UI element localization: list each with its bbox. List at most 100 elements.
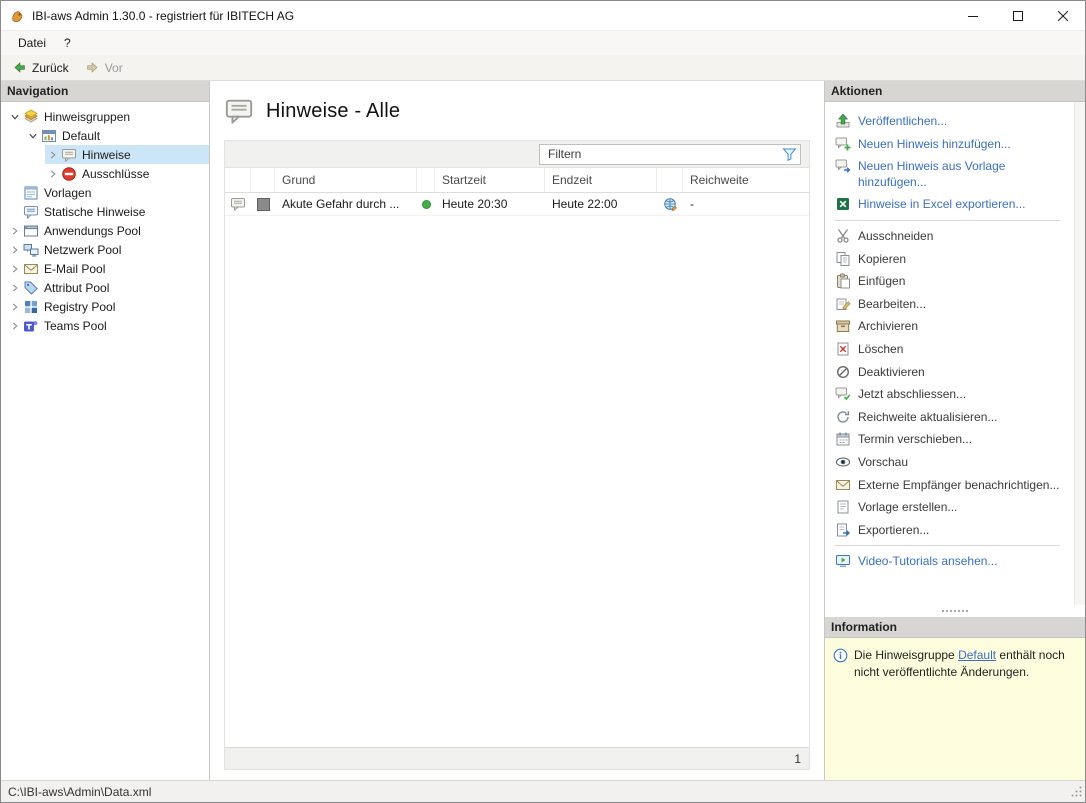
default-group-link[interactable]: Default [958,648,996,662]
delete-icon [835,341,851,357]
splitter-dots [942,610,968,612]
add-from-template-icon [835,158,851,174]
menu-bar: Datei ? [1,31,1085,55]
table-row[interactable]: Akute Gefahr durch ... Heute 20:30 Heute… [225,193,809,216]
content-area: Hinweise - Alle Grund Startzeit Endzeit [210,81,824,780]
row-scope-cell [657,193,683,215]
panel-splitter[interactable] [825,605,1085,617]
action-exportieren[interactable]: Exportieren... [833,519,1072,542]
tree-item-attribut-pool[interactable]: Attribut Pool [1,278,209,297]
tree-item-email-pool[interactable]: E-Mail Pool [1,259,209,278]
column-header-status[interactable] [417,168,435,192]
action-deaktivieren[interactable]: Deaktivieren [833,361,1072,384]
action-hinweis-aus-vorlage[interactable]: Neuen Hinweis aus Vorlage hinzufügen... [833,155,1072,193]
information-header: Information [825,617,1085,638]
chevron-collapsed-icon[interactable] [7,280,23,296]
chevron-collapsed-icon[interactable] [45,147,61,163]
close-icon [1058,11,1068,21]
tree-item-label: Registry Pool [44,300,115,314]
menu-datei[interactable]: Datei [9,33,55,53]
calendar-icon [835,431,851,447]
action-neuen-hinweis-hinzufuegen[interactable]: Neuen Hinweis hinzufügen... [833,133,1072,156]
action-reichweite-aktualisieren[interactable]: Reichweite aktualisieren... [833,406,1072,429]
tree-item-label: Hinweisgruppen [44,110,130,124]
chevron-placeholder [7,204,23,220]
chevron-collapsed-icon[interactable] [7,261,23,277]
chevron-expanded-icon[interactable] [25,128,41,144]
resize-grip-icon[interactable] [1070,785,1083,798]
action-ausschneiden[interactable]: Ausschneiden [833,225,1072,248]
action-label: Hinweise in Excel exportieren... [858,196,1025,213]
action-termin-verschieben[interactable]: Termin verschieben... [833,428,1072,451]
information-text: Die Hinweisgruppe Default enthält noch n… [854,647,1077,681]
filter-input[interactable] [539,144,801,165]
tree-item-teams-pool[interactable]: Teams Pool [1,316,209,335]
action-archivieren[interactable]: Archivieren [833,315,1072,338]
column-header-type-icon[interactable] [225,168,251,192]
chevron-collapsed-icon[interactable] [45,166,61,182]
tree-item-registry-pool[interactable]: Registry Pool [1,297,209,316]
column-header-scope-icon[interactable] [657,168,683,192]
tree-item-ausschluesse[interactable]: Ausschlüsse [1,164,209,183]
status-bar: C:\IBI-aws\Admin\Data.xml [1,780,1085,802]
column-header-startzeit[interactable]: Startzeit [435,168,545,192]
menu-help[interactable]: ? [55,33,80,53]
tree-item-netzwerk-pool[interactable]: Netzwerk Pool [1,240,209,259]
template-icon [835,499,851,515]
information-box: Die Hinweisgruppe Default enthält noch n… [825,638,1085,780]
tree-item-default[interactable]: Default [1,126,209,145]
maximize-button[interactable] [995,1,1040,30]
chevron-collapsed-icon[interactable] [7,299,23,315]
column-header-grund[interactable]: Grund [275,168,417,192]
action-kopieren[interactable]: Kopieren [833,248,1072,271]
actions-panel: Aktionen Veröffentlichen... Neuen Hinwei… [824,81,1085,780]
action-vorlage-erstellen[interactable]: Vorlage erstellen... [833,496,1072,519]
action-video-tutorials[interactable]: Video-Tutorials ansehen... [833,550,1072,573]
tree-item-statische-hinweise[interactable]: Statische Hinweise [1,202,209,221]
action-vorschau[interactable]: Vorschau [833,451,1072,474]
cut-icon [835,228,851,244]
action-externe-empfaenger[interactable]: Externe Empfänger benachrichtigen... [833,474,1072,497]
actions-scrollbar[interactable] [1074,102,1085,605]
forward-button[interactable]: Vor [78,59,130,77]
action-label: Einfügen [858,273,905,290]
action-label: Neuen Hinweis hinzufügen... [858,136,1011,153]
tree-item-label: Hinweise [82,148,131,162]
chevron-placeholder [7,185,23,201]
tree-item-vorlagen[interactable]: Vorlagen [1,183,209,202]
column-header-color[interactable] [251,168,275,192]
chevron-collapsed-icon[interactable] [7,318,23,334]
back-button[interactable]: Zurück [5,59,76,77]
globe-icon [663,197,678,212]
app-icon[interactable] [9,8,25,24]
tree-item-hinweise[interactable]: Hinweise [1,145,209,164]
column-header-endzeit[interactable]: Endzeit [545,168,657,192]
title-bar[interactable]: IBI-aws Admin 1.30.0 - registriert für I… [1,1,1085,31]
column-header-reichweite[interactable]: Reichweite [683,168,809,192]
row-grund-cell: Akute Gefahr durch ... [275,193,417,215]
chevron-collapsed-icon[interactable] [7,223,23,239]
minimize-button[interactable] [950,1,995,30]
netzwerk-pool-icon [23,242,41,258]
chevron-expanded-icon[interactable] [7,109,23,125]
chevron-collapsed-icon[interactable] [7,242,23,258]
row-type-cell [225,193,251,215]
row-startzeit-cell: Heute 20:30 [435,193,545,215]
action-excel-exportieren[interactable]: Hinweise in Excel exportieren... [833,193,1072,216]
teams-pool-icon [23,318,41,334]
action-bearbeiten[interactable]: Bearbeiten... [833,293,1072,316]
close-button[interactable] [1040,1,1085,30]
action-veroeffentlichen[interactable]: Veröffentlichen... [833,110,1072,133]
action-label: Video-Tutorials ansehen... [858,553,997,570]
tree-item-anwendungs-pool[interactable]: Anwendungs Pool [1,221,209,240]
filter-funnel-icon[interactable] [782,147,797,162]
action-einfuegen[interactable]: Einfügen [833,270,1072,293]
active-status-dot [422,200,431,209]
action-label: Ausschneiden [858,228,933,245]
tree-item-label: Teams Pool [44,319,107,333]
action-jetzt-abschliessen[interactable]: Jetzt abschliessen... [833,383,1072,406]
action-label: Archivieren [858,318,918,335]
action-label: Bearbeiten... [858,296,926,313]
tree-item-hinweisgruppen[interactable]: Hinweisgruppen [1,107,209,126]
action-loeschen[interactable]: Löschen [833,338,1072,361]
